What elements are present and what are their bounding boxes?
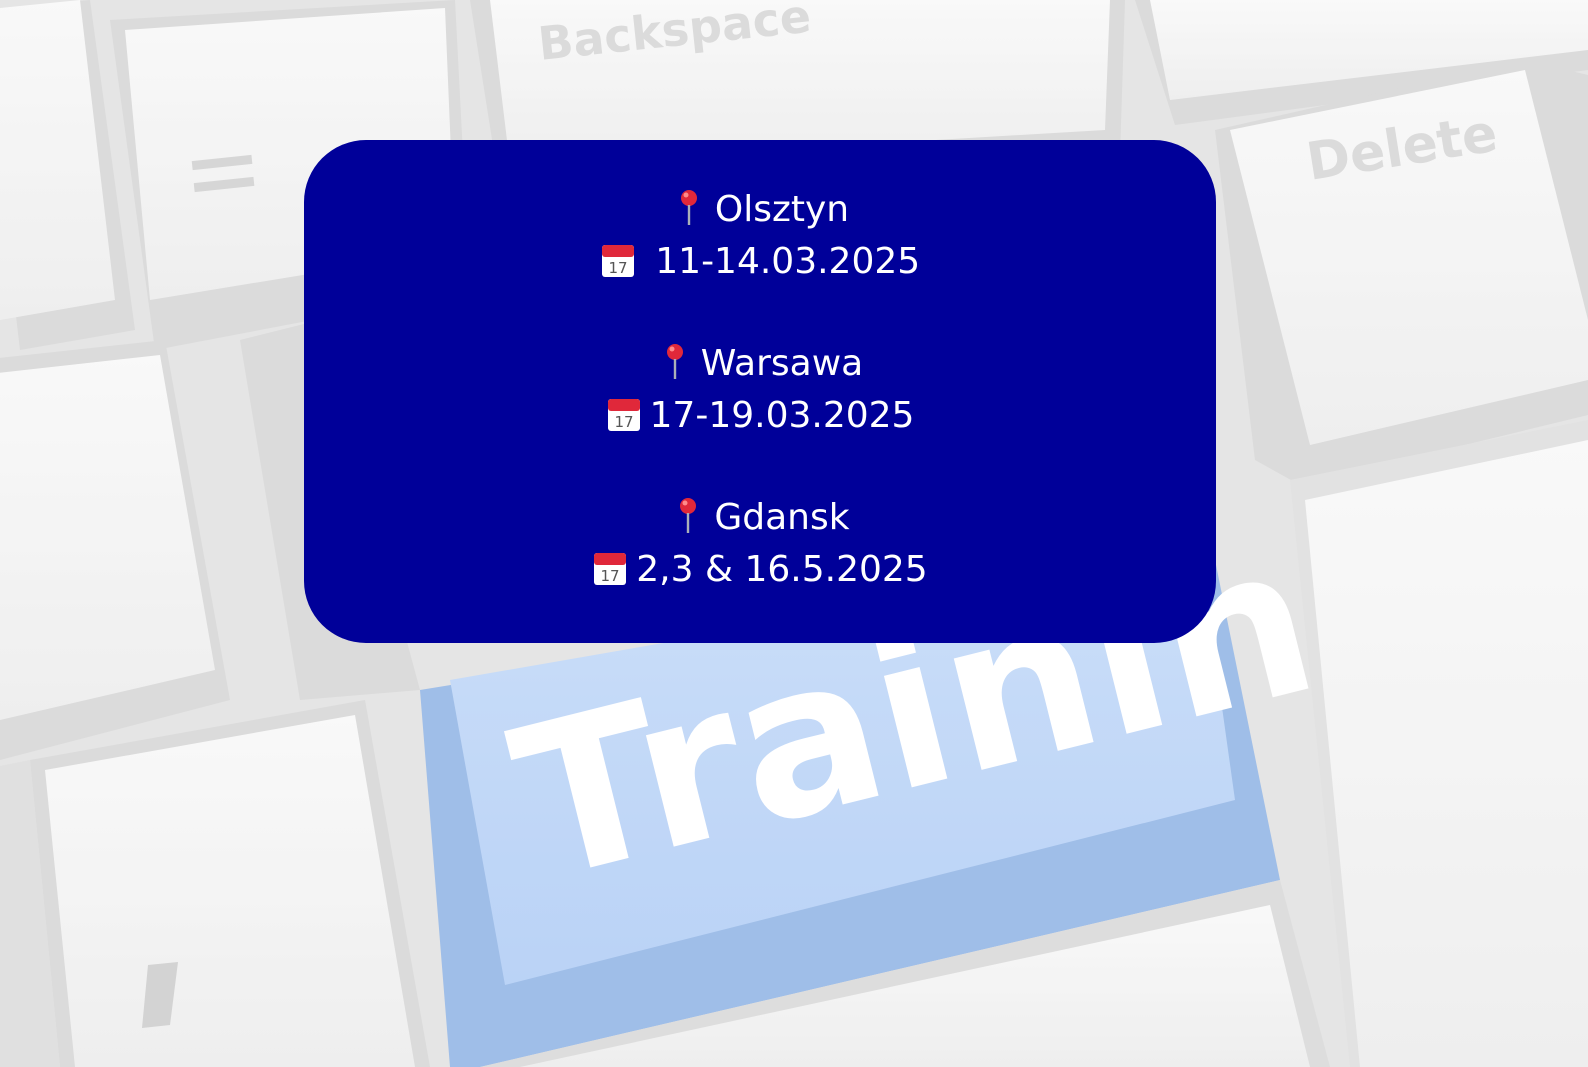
round-pushpin-icon <box>680 498 697 533</box>
training-banner: Backspace Delete Training Olsztyn 17 11-… <box>0 0 1588 1067</box>
schedule-entry: Warsawa 17 17-19.03.2025 <box>304 338 1216 442</box>
svg-text:17: 17 <box>614 413 633 431</box>
location-line: Gdansk <box>304 492 1216 544</box>
training-dates: 11-14.03.2025 <box>643 241 921 282</box>
city-name: Warsawa <box>700 343 864 384</box>
calendar-icon: 17 <box>594 553 627 585</box>
city-name: Olsztyn <box>714 189 850 230</box>
svg-text:17: 17 <box>608 259 627 277</box>
training-schedule-card: Olsztyn 17 11-14.03.2025 Warsawa 17 17-1… <box>304 140 1216 643</box>
round-pushpin-icon <box>680 190 697 225</box>
calendar-icon: 17 <box>607 399 640 431</box>
training-dates: 17-19.03.2025 <box>649 395 915 436</box>
date-line: 17 2,3 & 16.5.2025 <box>304 544 1216 596</box>
training-dates: 2,3 & 16.5.2025 <box>636 549 928 590</box>
schedule-entry: Gdansk 17 2,3 & 16.5.2025 <box>304 492 1216 596</box>
calendar-icon: 17 <box>601 245 634 277</box>
location-line: Olsztyn <box>304 184 1216 236</box>
date-line: 17 17-19.03.2025 <box>304 390 1216 442</box>
schedule-entry: Olsztyn 17 11-14.03.2025 <box>304 184 1216 288</box>
location-line: Warsawa <box>304 338 1216 390</box>
date-line: 17 11-14.03.2025 <box>304 236 1216 288</box>
svg-text:17: 17 <box>601 567 620 585</box>
city-name: Gdansk <box>714 497 850 538</box>
round-pushpin-icon <box>666 344 683 379</box>
